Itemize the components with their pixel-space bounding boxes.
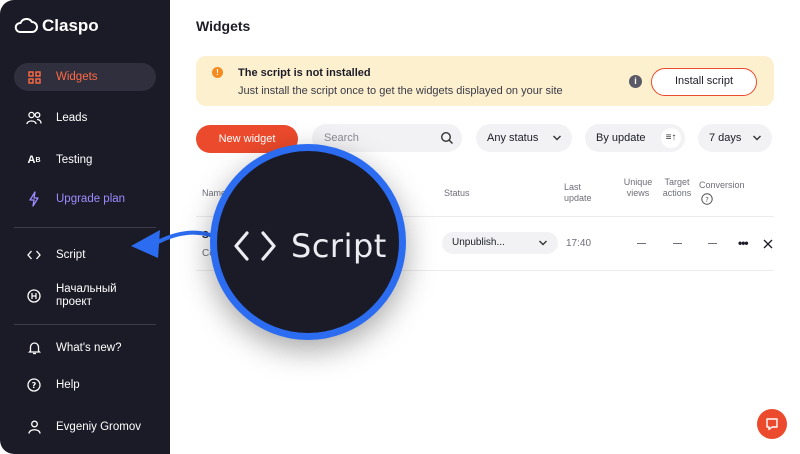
sidebar-item-script[interactable]: Script bbox=[14, 241, 156, 269]
widget-last-update: 17:40 bbox=[566, 238, 592, 249]
sidebar-item-leads[interactable]: Leads bbox=[14, 104, 156, 132]
sidebar-item-label: Leads bbox=[56, 112, 88, 124]
sidebar-item-label: Upgrade plan bbox=[56, 193, 126, 205]
widget-name[interactable]: S bbox=[202, 230, 209, 241]
magnified-script-item: Script bbox=[233, 227, 387, 265]
search-placeholder: Search bbox=[324, 132, 359, 144]
sort-direction-icon[interactable]: ≡↑ bbox=[661, 128, 681, 148]
sidebar-item-project[interactable]: Начальный проект bbox=[14, 279, 156, 313]
banner-subtitle: Just install the script once to get the … bbox=[238, 85, 563, 97]
help-icon[interactable]: ? bbox=[701, 193, 713, 205]
sidebar-item-whats-new[interactable]: What's new? bbox=[14, 334, 156, 362]
chat-icon bbox=[766, 418, 778, 431]
widget-conversion bbox=[708, 243, 717, 244]
lightning-icon bbox=[26, 191, 42, 207]
user-icon bbox=[26, 419, 42, 435]
chevron-down-icon bbox=[539, 240, 547, 246]
period-dropdown[interactable]: 7 days bbox=[698, 124, 772, 152]
warning-icon: ! bbox=[212, 67, 223, 78]
code-icon bbox=[234, 231, 276, 261]
sidebar-item-testing[interactable]: AB Testing bbox=[14, 146, 156, 174]
widget-status-value: Unpublish... bbox=[452, 237, 505, 248]
magnified-script-label: Script bbox=[291, 227, 387, 265]
column-header-status: Status bbox=[444, 188, 470, 198]
cloud-logo-icon bbox=[14, 18, 38, 33]
users-icon bbox=[26, 110, 42, 126]
widget-unique-views bbox=[637, 243, 646, 244]
sidebar-item-widgets[interactable]: Widgets bbox=[14, 63, 156, 91]
grid-icon bbox=[26, 69, 42, 85]
svg-text:?: ? bbox=[705, 196, 709, 204]
magnifier-zoom: Script bbox=[210, 144, 406, 340]
ab-test-icon: AB bbox=[27, 154, 41, 166]
sort-value: By update bbox=[596, 132, 646, 144]
chevron-down-icon bbox=[553, 135, 561, 141]
sidebar-item-label: Widgets bbox=[56, 71, 98, 83]
sidebar-item-label: Script bbox=[56, 249, 86, 261]
sidebar-item-label: Testing bbox=[56, 154, 93, 166]
page-title: Widgets bbox=[196, 18, 251, 34]
sort-dropdown[interactable]: By update ≡↑ bbox=[585, 124, 685, 152]
status-filter-value: Any status bbox=[487, 132, 539, 144]
svg-text:?: ? bbox=[32, 381, 37, 390]
widget-target-actions bbox=[673, 243, 682, 244]
help-icon: ? bbox=[26, 377, 42, 393]
chevron-down-icon bbox=[753, 135, 761, 141]
sidebar-item-label: Начальный проект bbox=[56, 283, 117, 308]
period-value: 7 days bbox=[709, 132, 742, 144]
bell-icon bbox=[26, 340, 42, 356]
sidebar-item-help[interactable]: ? Help bbox=[14, 371, 156, 399]
install-script-button[interactable]: Install script bbox=[651, 68, 757, 96]
brand-logo[interactable]: Claspo bbox=[14, 16, 99, 36]
sidebar: Claspo Widgets Leads AB Testing Upgrade … bbox=[0, 0, 170, 454]
status-filter-dropdown[interactable]: Any status bbox=[476, 124, 572, 152]
sidebar-item-upgrade-plan[interactable]: Upgrade plan bbox=[14, 185, 156, 213]
column-header-last-update: Last update bbox=[564, 182, 592, 203]
banner-title: The script is not installed bbox=[238, 67, 371, 79]
sidebar-item-profile[interactable]: Evgeniy Gromov bbox=[14, 413, 156, 441]
brand-name: Claspo bbox=[42, 16, 99, 35]
project-h-icon bbox=[26, 288, 42, 304]
search-icon bbox=[440, 131, 453, 144]
info-icon[interactable]: i bbox=[629, 75, 642, 88]
sidebar-divider bbox=[14, 227, 156, 228]
more-actions-icon[interactable]: ••• bbox=[738, 236, 749, 250]
close-icon[interactable] bbox=[763, 239, 773, 249]
chat-support-button[interactable] bbox=[757, 409, 787, 439]
sidebar-item-label: Help bbox=[56, 379, 80, 391]
widget-status-dropdown[interactable]: Unpublish... bbox=[442, 232, 558, 254]
column-header-target-actions: Target actions bbox=[662, 177, 692, 198]
column-header-conversion: Conversion bbox=[699, 180, 745, 190]
column-header-unique-views: Unique views bbox=[623, 177, 653, 198]
code-icon bbox=[26, 247, 42, 263]
sidebar-item-label: Evgeniy Gromov bbox=[56, 421, 142, 433]
sidebar-item-label: What's new? bbox=[56, 342, 122, 354]
script-warning-banner: ! The script is not installed Just insta… bbox=[196, 56, 774, 106]
sidebar-divider bbox=[14, 324, 156, 325]
